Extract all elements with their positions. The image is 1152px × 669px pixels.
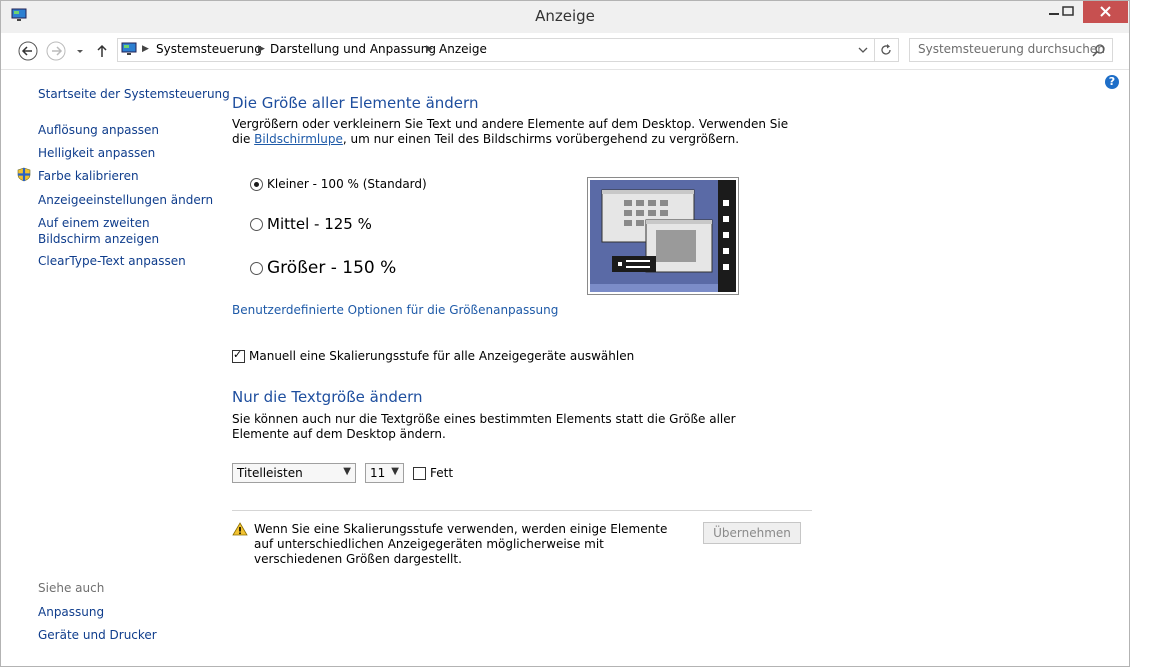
close-button[interactable] [1083,1,1128,23]
maximize-button[interactable] [1051,1,1085,23]
radio-button[interactable] [250,261,263,275]
chevron-down-icon: ▼ [391,466,399,477]
up-arrow-icon [97,44,107,57]
shield-icon [17,167,31,182]
chevron-down-icon [77,50,83,53]
window: Anzeige ▶ Systemsteuerung ▶ Darstellung … [0,0,1130,667]
description-resize-all: Vergrößern oder verkleinern Sie Text und… [232,117,792,147]
chevron-down-icon[interactable] [857,44,869,56]
manual-scaling-label: Manuell eine Skalierungsstufe für alle A… [249,349,635,363]
warning-icon [232,522,248,536]
radio-medium-label: Mittel - 125 % [267,215,372,233]
control-panel-icon [121,42,137,55]
search-icon[interactable] [1092,43,1106,57]
address-field[interactable]: ▶ Systemsteuerung ▶ Darstellung und Anpa… [117,38,899,62]
back-button[interactable] [17,40,39,62]
search-input[interactable]: Systemsteuerung durchsuchen [909,38,1113,62]
content-area: ? Startseite der Systemsteuerung Auflösu… [1,70,1129,666]
breadcrumb-separator-icon: ▶ [426,44,433,54]
breadcrumb-anzeige[interactable]: Anzeige [439,42,487,56]
sidebar-item-devices-printers[interactable]: Geräte und Drucker [38,627,157,643]
radio-small-label: Kleiner - 100 % (Standard) [267,177,427,191]
radio-large-label: Größer - 150 % [267,258,397,278]
window-title: Anzeige [535,7,595,25]
up-button[interactable] [93,40,111,62]
size-select[interactable]: 11 ▼ [365,463,404,483]
radio-large[interactable]: Größer - 150 % [250,258,396,278]
breadcrumb-separator-icon: ▶ [142,44,149,54]
description-text-end: , um nur einen Teil des Bildschirms vorü… [342,132,740,146]
scaling-preview-image [587,177,739,295]
address-bar: ▶ Systemsteuerung ▶ Darstellung und Anpa… [1,33,1129,70]
bold-checkbox[interactable]: Fett [413,466,453,480]
radio-button[interactable] [250,218,263,231]
size-select-value: 11 [370,466,386,480]
element-select-value: Titelleisten [237,466,303,480]
magnifier-link[interactable]: Bildschirmlupe [254,132,343,146]
heading-text-size: Nur die Textgröße ändern [232,388,423,406]
bold-label: Fett [430,466,454,480]
radio-small[interactable]: Kleiner - 100 % (Standard) [250,177,427,191]
heading-resize-all: Die Größe aller Elemente ändern [232,94,479,112]
see-also-label: Siehe auch [38,581,105,595]
warning-text: Wenn Sie eine Skalierungsstufe verwenden… [254,522,668,566]
forward-button[interactable] [45,40,67,62]
title-bar: Anzeige [1,1,1129,33]
apply-button[interactable]: Übernehmen [703,522,801,544]
sidebar-item-second-screen[interactable]: Auf einem zweiten Bildschirm anzeigen [38,215,213,247]
breadcrumb-darstellung[interactable]: Darstellung und Anpassung [270,42,436,56]
checkbox[interactable] [232,348,245,363]
sidebar-item-display-settings[interactable]: Anzeigeeinstellungen ändern [38,192,213,208]
back-icon [18,41,38,61]
close-icon [1100,6,1111,17]
sidebar-item-personalization[interactable]: Anpassung [38,604,104,620]
sidebar-item-brightness[interactable]: Helligkeit anpassen [38,145,155,161]
description-text-size: Sie können auch nur die Textgröße eines … [232,412,736,441]
maximize-icon [1062,6,1074,16]
element-select[interactable]: Titelleisten ▼ [232,463,356,483]
help-icon[interactable]: ? [1105,75,1119,89]
sidebar-home-link[interactable]: Startseite der Systemsteuerung [38,86,230,102]
manual-scaling-checkbox[interactable]: Manuell eine Skalierungsstufe für alle A… [232,348,635,363]
custom-sizing-link[interactable]: Benutzerdefinierte Optionen für die Größ… [232,303,558,317]
breadcrumb-systemsteuerung[interactable]: Systemsteuerung [156,42,262,56]
sidebar-item-calibrate[interactable]: Farbe kalibrieren [38,168,139,184]
recent-pages-button[interactable] [73,40,87,62]
divider [232,510,812,511]
search-placeholder: Systemsteuerung durchsuchen [918,42,1105,56]
refresh-icon[interactable] [879,43,893,57]
checkbox[interactable] [413,467,426,480]
sidebar-item-cleartype[interactable]: ClearType-Text anpassen [38,253,186,269]
chevron-down-icon: ▼ [343,466,351,477]
breadcrumb-separator-icon: ▶ [258,44,265,54]
radio-medium[interactable]: Mittel - 125 % [250,215,372,233]
forward-icon [46,41,66,61]
radio-button[interactable] [250,178,263,191]
sidebar-item-resolution[interactable]: Auflösung anpassen [38,122,159,138]
